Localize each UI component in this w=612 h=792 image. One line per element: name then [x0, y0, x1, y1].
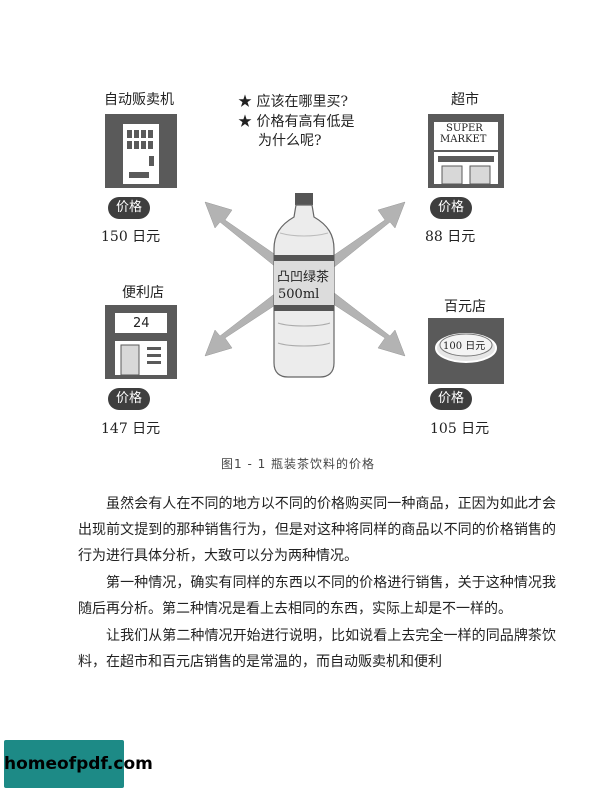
supermarket-sign-line2: MARKET [440, 134, 487, 145]
bottle-label-volume: 500ml [278, 287, 320, 302]
hundred-yen-price-badge: 价格 [430, 388, 472, 410]
watermark-text: homeofpdf.com [4, 754, 153, 774]
supermarket-sign-line1: SUPER [446, 123, 483, 134]
bottle-label-name: 凸凹绿茶 [277, 270, 330, 285]
figure-caption: 图1 - 1 瓶装茶饮料的价格 [221, 457, 376, 471]
body-text: 虽然会有人在不同的地方以不同的价格购买同一种商品，正因为如此才会出现前文提到的那… [78, 491, 556, 676]
hundred-yen-shop-title: 百元店 [444, 299, 486, 315]
hundred-yen-coin-text: 100 日元 [443, 341, 486, 352]
convenience-store-sign: 24 [133, 316, 150, 331]
arrow-down-right-icon [326, 291, 406, 357]
hundred-yen-price: 105 日元 [430, 421, 490, 437]
convenience-store-title: 便利店 [122, 285, 164, 301]
arrow-up-right-icon [326, 201, 406, 269]
vending-price-badge: 价格 [108, 197, 150, 219]
supermarket-title: 超市 [451, 92, 479, 108]
supermarket-price-badge: 价格 [430, 197, 472, 219]
watermark-logo: homeofpdf.com [4, 740, 153, 788]
supermarket-price: 88 日元 [425, 229, 476, 245]
paragraph-2: 第一种情况，确实有同样的东西以不同的价格进行销售，关于这种情况我随后再分析。第二… [78, 575, 556, 617]
paragraph-3: 让我们从第二种情况开始进行说明，比如说看上去完全一样的同品牌茶饮料，在超市和百元… [78, 628, 556, 670]
vending-price: 150 日元 [101, 229, 161, 245]
vending-machine-title: 自动贩卖机 [104, 92, 174, 108]
question-line-3: 为什么呢? [258, 133, 322, 149]
question-line-2: ★ 价格有高有低是 [238, 114, 355, 130]
convenience-price: 147 日元 [101, 421, 161, 437]
question-line-1: ★ 应该在哪里买? [238, 94, 348, 110]
paragraph-1: 虽然会有人在不同的地方以不同的价格购买同一种商品，正因为如此才会出现前文提到的那… [78, 496, 556, 564]
convenience-price-badge: 价格 [108, 388, 150, 410]
tea-bottle-illustration [273, 193, 335, 378]
vending-machine-icon [105, 114, 177, 188]
